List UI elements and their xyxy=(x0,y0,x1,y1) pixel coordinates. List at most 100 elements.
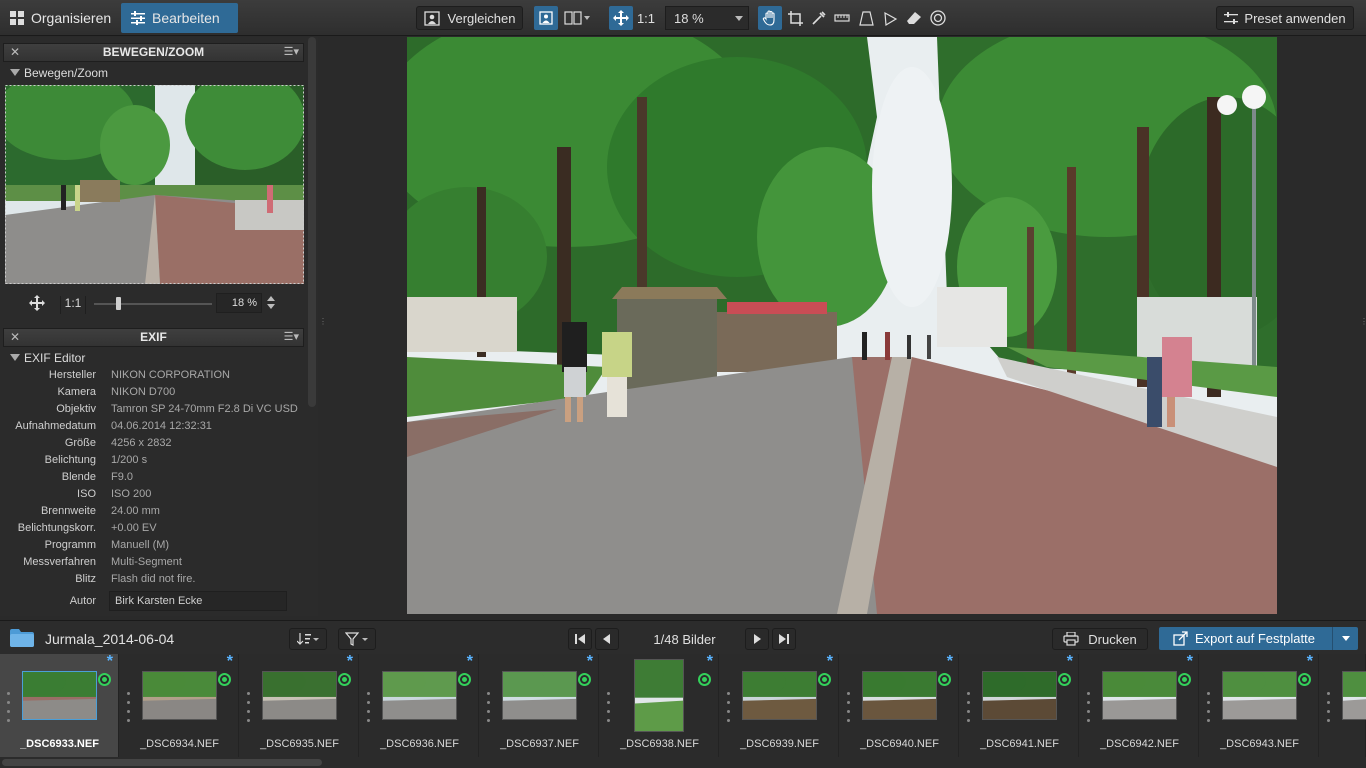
exif-value[interactable]: Flash did not fire. xyxy=(111,573,195,585)
star-icon[interactable]: * xyxy=(587,653,593,671)
exif-value[interactable]: ISO 200 xyxy=(111,488,151,500)
thumbnail-image[interactable] xyxy=(262,671,337,720)
crop-tool-button[interactable] xyxy=(784,6,806,30)
status-ring-icon[interactable] xyxy=(1058,673,1071,686)
organize-mode-button[interactable]: Organisieren xyxy=(0,3,121,33)
drag-handle-icon[interactable] xyxy=(847,692,850,728)
hand-tool-button[interactable] xyxy=(758,6,782,30)
apply-preset-button[interactable]: Preset anwenden xyxy=(1216,6,1354,30)
zoom-slider[interactable] xyxy=(94,297,212,310)
thumbnail-item[interactable]: * _DSC6938.NEF xyxy=(600,653,719,757)
star-icon[interactable]: * xyxy=(227,653,233,671)
exif-editor-section-header[interactable]: EXIF Editor xyxy=(10,351,85,365)
previous-image-button[interactable] xyxy=(595,628,619,650)
drag-handle-icon[interactable] xyxy=(967,692,970,728)
thumbnail-item[interactable]: * _DSC6935.NEF xyxy=(240,653,359,757)
star-icon[interactable]: * xyxy=(467,653,473,671)
exif-value[interactable]: NIKON CORPORATION xyxy=(111,369,230,381)
star-icon[interactable]: * xyxy=(1067,653,1073,671)
panel-menu-icon[interactable]: ☰▾ xyxy=(284,329,299,346)
exif-value[interactable]: Multi-Segment xyxy=(111,556,182,568)
zoom-value-field[interactable]: 18 % xyxy=(216,293,262,313)
zoom-select[interactable]: 18 % xyxy=(665,6,749,30)
viewer-resize-handle-right[interactable]: ⋮ xyxy=(1360,317,1366,326)
thumbnail-image[interactable] xyxy=(382,671,457,720)
thumbnail-image[interactable] xyxy=(1102,671,1177,720)
filmstrip-scrollbar[interactable] xyxy=(2,759,322,766)
exif-value[interactable]: Tamron SP 24-70mm F2.8 Di VC USD xyxy=(111,403,298,415)
chevron-down-icon[interactable] xyxy=(1342,636,1350,641)
thumbnail-image[interactable] xyxy=(22,671,97,720)
geometry-tool-button[interactable] xyxy=(879,6,901,30)
drag-handle-icon[interactable] xyxy=(1327,692,1330,728)
status-ring-icon[interactable] xyxy=(98,673,111,686)
main-photo[interactable] xyxy=(407,37,1277,614)
navigator-ratio-button[interactable]: 1:1 xyxy=(60,296,86,314)
move-tool-button[interactable] xyxy=(609,6,633,30)
star-icon[interactable]: * xyxy=(107,653,113,671)
print-button[interactable]: Drucken xyxy=(1052,628,1148,650)
thumbnail-item[interactable]: * _DSC6943.NEF xyxy=(1200,653,1319,757)
eraser-tool-button[interactable] xyxy=(903,6,925,30)
drag-handle-icon[interactable] xyxy=(367,692,370,728)
thumbnail-item[interactable]: * _DSC6941.NEF xyxy=(960,653,1079,757)
exif-value[interactable]: 04.06.2014 12:32:31 xyxy=(111,420,212,432)
thumbnail-image[interactable] xyxy=(1342,671,1366,720)
status-ring-icon[interactable] xyxy=(578,673,591,686)
exif-value[interactable]: F9.0 xyxy=(111,471,133,483)
thumbnail-image[interactable] xyxy=(142,671,217,720)
exif-value[interactable]: 4256 x 2832 xyxy=(111,437,172,449)
drag-handle-icon[interactable] xyxy=(487,692,490,728)
star-icon[interactable]: * xyxy=(1307,653,1313,671)
star-icon[interactable]: * xyxy=(1187,653,1193,671)
straighten-tool-button[interactable] xyxy=(831,6,853,30)
exif-value[interactable]: Manuell (M) xyxy=(111,539,169,551)
zoom-slider-handle[interactable] xyxy=(116,297,121,310)
status-ring-icon[interactable] xyxy=(218,673,231,686)
exif-value[interactable]: +0.00 EV xyxy=(111,522,157,534)
close-icon[interactable]: ✕ xyxy=(10,329,20,346)
drag-handle-icon[interactable] xyxy=(247,692,250,728)
status-ring-icon[interactable] xyxy=(1178,673,1191,686)
star-icon[interactable]: * xyxy=(947,653,953,671)
star-icon[interactable]: * xyxy=(347,653,353,671)
thumbnail-item[interactable]: * _DSC6942.NEF xyxy=(1080,653,1199,757)
thumbnail-item[interactable]: * _DSC6939.NEF xyxy=(720,653,839,757)
compare-button[interactable]: Vergleichen xyxy=(416,6,523,30)
image-viewer[interactable]: ⋮ ⋮ xyxy=(319,37,1366,616)
viewer-resize-handle-left[interactable]: ⋮ xyxy=(319,317,327,326)
thumbnail-image[interactable] xyxy=(502,671,577,720)
drag-handle-icon[interactable] xyxy=(607,692,610,728)
drag-handle-icon[interactable] xyxy=(1087,692,1090,728)
next-image-button[interactable] xyxy=(745,628,769,650)
split-view-button[interactable] xyxy=(560,6,594,30)
status-ring-icon[interactable] xyxy=(818,673,831,686)
perspective-tool-button[interactable] xyxy=(855,6,877,30)
thumbnail-image[interactable] xyxy=(742,671,817,720)
export-button[interactable]: Export auf Festplatte xyxy=(1159,627,1358,650)
panel-menu-icon[interactable]: ☰▾ xyxy=(284,44,299,61)
drag-handle-icon[interactable] xyxy=(1207,692,1210,728)
status-ring-icon[interactable] xyxy=(1298,673,1311,686)
thumbnail-item-partial[interactable] xyxy=(1320,654,1366,757)
ratio-one-to-one-button[interactable]: 1:1 xyxy=(634,6,658,30)
exif-value[interactable]: 1/200 s xyxy=(111,454,147,466)
thumbnail-item[interactable]: * _DSC6933.NEF xyxy=(0,653,119,757)
status-ring-icon[interactable] xyxy=(338,673,351,686)
eyedropper-tool-button[interactable] xyxy=(807,6,829,30)
last-image-button[interactable] xyxy=(772,628,796,650)
star-icon[interactable]: * xyxy=(707,653,713,671)
status-ring-icon[interactable] xyxy=(458,673,471,686)
thumbnail-item[interactable]: * _DSC6934.NEF xyxy=(120,653,239,757)
sort-button[interactable] xyxy=(289,628,327,650)
drag-handle-icon[interactable] xyxy=(7,692,10,728)
zoom-stepper[interactable] xyxy=(266,295,276,311)
drag-handle-icon[interactable] xyxy=(127,692,130,728)
radial-tool-button[interactable] xyxy=(927,6,949,30)
close-icon[interactable]: ✕ xyxy=(10,44,20,61)
status-ring-icon[interactable] xyxy=(698,673,711,686)
thumbnail-image[interactable] xyxy=(1222,671,1297,720)
first-image-button[interactable] xyxy=(568,628,592,650)
edit-mode-button[interactable]: Bearbeiten xyxy=(121,3,238,33)
exif-value[interactable]: NIKON D700 xyxy=(111,386,175,398)
